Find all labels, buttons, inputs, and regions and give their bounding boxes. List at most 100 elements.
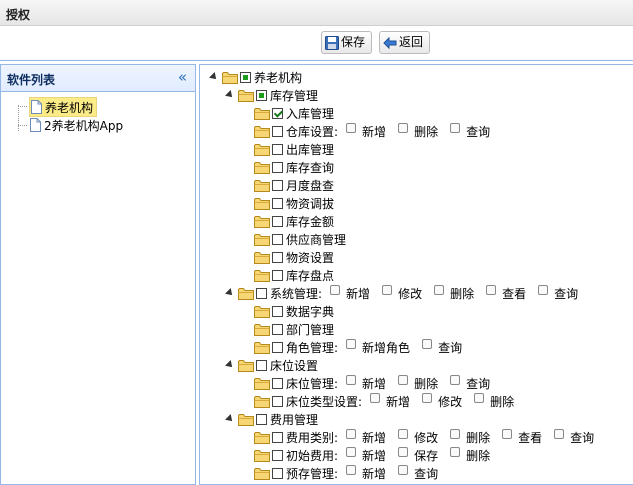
permission-label: 查询 xyxy=(414,466,439,481)
back-button[interactable]: 返回 xyxy=(379,31,430,54)
node-checkbox[interactable] xyxy=(272,233,283,245)
expand-arrow-icon[interactable] xyxy=(209,72,219,82)
node-checkbox[interactable] xyxy=(272,161,283,173)
permission-checkbox[interactable] xyxy=(398,429,409,439)
node-checkbox[interactable] xyxy=(272,449,283,461)
permission-checkbox[interactable] xyxy=(346,465,357,475)
node-checkbox[interactable] xyxy=(272,107,283,119)
node-checkbox[interactable] xyxy=(272,377,283,389)
permission-checkbox[interactable] xyxy=(486,285,497,295)
node-checkbox[interactable] xyxy=(272,269,283,281)
permission-option[interactable]: 查询 xyxy=(414,339,466,356)
permission-option[interactable]: 删除 xyxy=(426,285,478,302)
node-checkbox[interactable] xyxy=(272,215,283,227)
permission-checkbox[interactable] xyxy=(398,447,409,457)
expand-arrow-icon[interactable] xyxy=(225,414,235,424)
document-icon xyxy=(29,118,41,132)
expand-arrow-icon[interactable] xyxy=(225,90,235,100)
permission-checkbox[interactable] xyxy=(346,123,357,133)
permission-checkbox[interactable] xyxy=(554,429,565,439)
permission-option[interactable]: 查询 xyxy=(530,285,582,302)
expand-arrow-icon[interactable] xyxy=(225,360,235,370)
node-checkbox[interactable] xyxy=(272,125,283,137)
permission-checkbox[interactable] xyxy=(330,285,341,295)
permission-option[interactable]: 查询 xyxy=(442,375,494,392)
permission-option[interactable]: 删除 xyxy=(442,447,494,464)
permission-option[interactable]: 新增角色 xyxy=(338,339,414,356)
permission-checkbox[interactable] xyxy=(346,429,357,439)
permission-checkbox[interactable] xyxy=(474,393,485,403)
node-checkbox[interactable] xyxy=(256,89,267,101)
permission-option[interactable]: 删除 xyxy=(390,375,442,392)
permission-option[interactable]: 新增 xyxy=(362,393,414,410)
permission-checkbox[interactable] xyxy=(422,339,433,349)
permission-checkbox[interactable] xyxy=(370,393,381,403)
software-item-label: 2养老机构App xyxy=(44,118,124,133)
permission-checkbox[interactable] xyxy=(382,285,393,295)
node-checkbox[interactable] xyxy=(272,251,283,263)
permission-option[interactable]: 新增 xyxy=(322,285,374,302)
permission-option[interactable]: 新增 xyxy=(338,429,390,446)
permission-checkbox[interactable] xyxy=(450,375,461,385)
permission-option[interactable]: 新增 xyxy=(338,465,390,482)
permission-label: 新增 xyxy=(346,286,371,301)
permission-checkbox[interactable] xyxy=(450,123,461,133)
permission-option[interactable]: 查询 xyxy=(442,123,494,140)
permission-option[interactable]: 删除 xyxy=(466,393,518,410)
permission-checkbox[interactable] xyxy=(422,393,433,403)
node-checkbox[interactable] xyxy=(256,287,267,299)
permission-option[interactable]: 新增 xyxy=(338,447,390,464)
permission-option[interactable]: 查看 xyxy=(494,429,546,446)
permission-checkbox[interactable] xyxy=(434,285,445,295)
permission-checkbox[interactable] xyxy=(346,339,357,349)
permission-checkbox[interactable] xyxy=(346,375,357,385)
permission-checkbox[interactable] xyxy=(346,447,357,457)
node-checkbox[interactable] xyxy=(272,323,283,335)
permission-option[interactable]: 新增 xyxy=(338,375,390,392)
save-button[interactable]: 保存 xyxy=(321,31,372,54)
permission-option[interactable]: 删除 xyxy=(442,429,494,446)
node-label: 费用类别: xyxy=(286,430,339,445)
permission-option[interactable]: 删除 xyxy=(390,123,442,140)
tree-node: 出库管理 xyxy=(254,140,334,158)
permission-checkbox[interactable] xyxy=(502,429,513,439)
permission-label: 修改 xyxy=(438,394,463,409)
node-checkbox[interactable] xyxy=(272,341,283,353)
tree-node: 物资设置 xyxy=(254,248,334,266)
window-titlebar: 授权 xyxy=(0,0,633,26)
permission-option[interactable]: 查询 xyxy=(546,429,598,446)
permission-checkbox[interactable] xyxy=(398,123,409,133)
permission-option[interactable]: 修改 xyxy=(414,393,466,410)
software-item-app[interactable]: 2养老机构App xyxy=(29,116,123,134)
node-checkbox[interactable] xyxy=(272,179,283,191)
node-checkbox[interactable] xyxy=(272,143,283,155)
node-checkbox[interactable] xyxy=(272,395,283,407)
permission-option[interactable]: 查看 xyxy=(478,285,530,302)
node-checkbox[interactable] xyxy=(256,413,267,425)
folder-icon xyxy=(254,215,270,228)
software-item-yanglao[interactable]: 养老机构 xyxy=(29,97,98,117)
collapse-panel-icon[interactable]: « xyxy=(178,68,187,86)
permission-checkbox[interactable] xyxy=(450,429,461,439)
node-checkbox[interactable] xyxy=(272,431,283,443)
node-checkbox[interactable] xyxy=(256,359,267,371)
node-checkbox[interactable] xyxy=(272,305,283,317)
permission-label: 修改 xyxy=(398,286,423,301)
node-label: 初始费用: xyxy=(286,448,339,463)
node-label: 入库管理 xyxy=(286,106,335,121)
permission-checkbox[interactable] xyxy=(450,447,461,457)
permission-option[interactable]: 修改 xyxy=(390,429,442,446)
permission-checkbox[interactable] xyxy=(398,375,409,385)
permission-option[interactable]: 新增 xyxy=(338,123,390,140)
node-checkbox[interactable] xyxy=(272,467,283,479)
permission-option[interactable]: 修改 xyxy=(374,285,426,302)
node-checkbox[interactable] xyxy=(240,71,251,83)
tree-node-group: 床位设置 xyxy=(225,356,318,374)
permission-option[interactable]: 保存 xyxy=(390,447,442,464)
expand-arrow-icon[interactable] xyxy=(225,288,235,298)
permission-checkbox[interactable] xyxy=(398,465,409,475)
permission-checkbox[interactable] xyxy=(538,285,549,295)
node-checkbox[interactable] xyxy=(272,197,283,209)
permission-label: 删除 xyxy=(414,376,439,391)
permission-option[interactable]: 查询 xyxy=(390,465,442,482)
